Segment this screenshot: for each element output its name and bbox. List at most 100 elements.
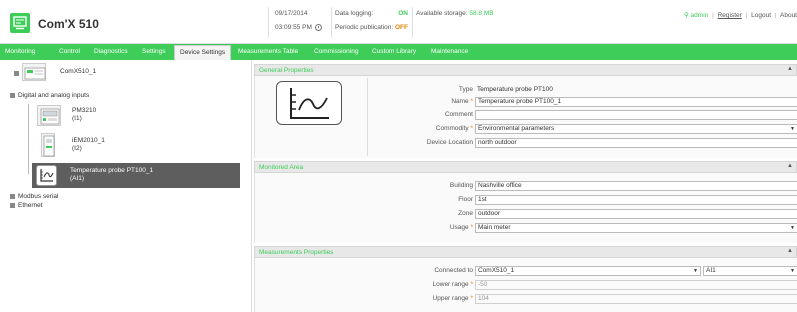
commodity-select[interactable]: Environmental parameters ▼	[475, 124, 797, 134]
upper-range-label: Upper range *	[432, 295, 473, 302]
collapse-caret-icon[interactable]: ▲	[787, 66, 793, 72]
product-title: Com'X 510	[38, 17, 99, 31]
connected-to-select[interactable]: ComX510_1 ▼	[475, 266, 701, 276]
divider	[331, 7, 332, 37]
storage-status: Available storage: 58.8 MB	[416, 10, 494, 17]
comx-device-icon	[22, 63, 46, 81]
app-header: Com'X 510 09/17/2014 03:09:55 PM Data lo…	[0, 0, 797, 44]
tree-group-digital-analog[interactable]: Digital and analog inputs	[18, 92, 89, 99]
tab-commissioning[interactable]: Commissioning	[309, 44, 363, 60]
tab-measurements-table[interactable]: Measurements Table	[233, 44, 303, 60]
zone-label: Zone	[458, 210, 473, 217]
storage-value: 58.8 MB	[469, 10, 494, 17]
tree-group-ethernet[interactable]: Ethernet	[18, 202, 43, 209]
data-logging-value: ON	[398, 10, 408, 17]
current-time: 03:09:55 PM	[275, 24, 312, 32]
separator: |	[745, 12, 748, 19]
tab-custom-library[interactable]: Custom Library	[367, 44, 421, 60]
usage-select[interactable]: Main meter ▼	[475, 223, 797, 233]
comment-label: Comment	[444, 111, 473, 118]
divider	[367, 78, 368, 156]
tree-item-name: PM3210	[72, 107, 97, 114]
tab-monitoring[interactable]: Monitoring	[0, 44, 40, 60]
tab-control[interactable]: Control	[54, 44, 85, 60]
collapse-caret-icon[interactable]: ▲	[787, 248, 793, 254]
separator: |	[774, 12, 777, 19]
current-time-block: 03:09:55 PM	[275, 24, 322, 31]
user-name: admin	[690, 12, 709, 19]
measurements-properties-body: Connected to ComX510_1 ▼ AI1 ▼ Lower ran…	[254, 258, 797, 312]
usage-label: Usage *	[449, 224, 473, 231]
tree-item-pm3210[interactable]: PM3210 (I1)	[72, 107, 96, 123]
commodity-selected: Environmental parameters	[478, 125, 555, 132]
logout-link[interactable]: Logout	[751, 12, 771, 19]
floor-field[interactable]: 1st	[475, 195, 797, 205]
dropdown-caret-icon: ▼	[790, 225, 795, 231]
tree-connector	[28, 104, 29, 174]
iem2010-meter-icon	[41, 133, 55, 157]
building-field[interactable]: Nashville office	[475, 181, 797, 191]
expand-toggle-icon[interactable]	[10, 194, 15, 199]
user-link[interactable]: ⚲ admin	[684, 12, 710, 19]
tree-item-label: Temperature probe PT100_1 (AI1)	[70, 167, 153, 183]
pm3210-meter-icon	[37, 105, 61, 126]
register-link[interactable]: Register	[718, 12, 742, 19]
expand-toggle-icon[interactable]	[10, 203, 15, 208]
monitored-area-body: Building Nashville office Floor 1st Zone…	[254, 173, 797, 243]
tree-item-name: iEM2010_1	[72, 137, 105, 144]
collapse-toggle-icon[interactable]	[10, 93, 15, 98]
section-title: General Properties	[259, 67, 314, 74]
dropdown-caret-icon: ▼	[693, 268, 698, 274]
tree-group-modbus-serial[interactable]: Modbus serial	[18, 193, 58, 200]
input-channel-select[interactable]: AI1 ▼	[703, 266, 797, 276]
usage-selected: Main meter	[478, 224, 511, 231]
device-type-icon	[276, 81, 342, 125]
name-label: Name *	[451, 98, 473, 105]
device-tree: ComX510_1 Digital and analog inputs PM32…	[0, 60, 252, 312]
tree-item-sub: (I1)	[72, 115, 82, 122]
device-location-label: Device Location	[426, 139, 473, 146]
periodic-publication-label: Periodic publication:	[335, 24, 394, 31]
user-menu: ⚲ admin | Register | Logout | About	[684, 11, 797, 19]
general-properties-body: Type Temperature probe PT100 Name * Temp…	[254, 76, 797, 158]
dropdown-caret-icon: ▼	[790, 268, 795, 274]
tab-diagnostics[interactable]: Diagnostics	[89, 44, 133, 60]
building-label: Building	[449, 182, 473, 189]
zone-field[interactable]: outdoor	[475, 209, 797, 219]
general-properties-header[interactable]: General Properties ▲	[254, 64, 797, 76]
data-logging-label: Data logging:	[335, 10, 374, 17]
monitored-area-header[interactable]: Monitored Area ▲	[254, 161, 797, 173]
collapse-caret-icon[interactable]: ▲	[787, 163, 793, 169]
device-location-field[interactable]: north outdoor	[475, 138, 797, 148]
clock-icon	[314, 24, 322, 31]
tree-item-temperature-probe[interactable]: Temperature probe PT100_1 (AI1)	[32, 163, 240, 188]
section-title: Measurements Properties	[259, 249, 334, 256]
collapse-toggle-icon[interactable]	[14, 71, 19, 76]
connected-to-selected: ComX510_1	[478, 267, 515, 274]
tab-maintenance[interactable]: Maintenance	[426, 44, 473, 60]
tab-settings[interactable]: Settings	[137, 44, 171, 60]
comment-field[interactable]	[475, 110, 797, 120]
tree-item-iem2010[interactable]: iEM2010_1 (I2)	[72, 137, 105, 153]
current-date: 09/17/2014	[275, 10, 308, 17]
input-channel-selected: AI1	[706, 267, 716, 274]
comx-logo-icon	[10, 13, 30, 33]
about-link[interactable]: About	[780, 12, 797, 19]
upper-range-field[interactable]: 104	[475, 294, 797, 304]
tree-item-name: Temperature probe PT100_1	[70, 167, 154, 174]
measurements-properties-header[interactable]: Measurements Properties ▲	[254, 246, 797, 258]
divider	[412, 7, 413, 37]
section-title: Monitored Area	[259, 164, 304, 171]
lower-range-label: Lower range *	[432, 281, 473, 288]
type-label: Type	[458, 86, 473, 93]
tab-device-settings[interactable]: Device Settings	[174, 45, 232, 60]
lower-range-field[interactable]: -50	[475, 280, 797, 290]
connected-to-label: Connected to	[434, 267, 473, 274]
dropdown-caret-icon: ▼	[790, 126, 795, 132]
commodity-label: Commodity *	[435, 125, 473, 132]
tree-root-comx510[interactable]: ComX510_1	[60, 68, 96, 75]
separator: |	[712, 12, 714, 19]
periodic-publication-status: Periodic publication: OFF	[335, 24, 408, 31]
user-icon: ⚲	[683, 12, 689, 19]
name-field[interactable]: Temperature probe PT100_1	[475, 97, 797, 107]
